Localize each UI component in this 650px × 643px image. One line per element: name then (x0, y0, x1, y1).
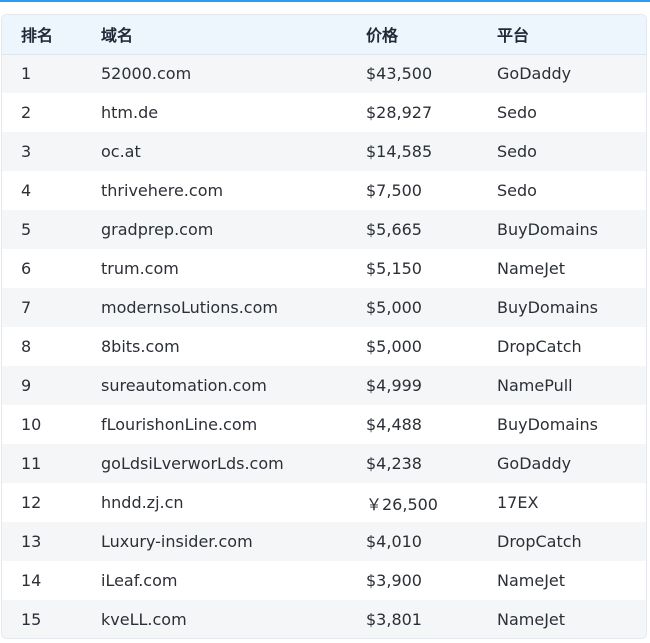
platform-cell: DropCatch (497, 337, 582, 356)
domain-cell: thrivehere.com (101, 181, 224, 200)
platform-cell: BuyDomains (497, 220, 599, 239)
platform-cell: Sedo (497, 142, 537, 161)
price-cell: $4,488 (366, 415, 422, 434)
table-row: 10 fLourishonLine.com $4,488 BuyDomains (2, 405, 646, 444)
domain-cell: gradprep.com (101, 220, 214, 239)
rank-cell: 6 (21, 259, 32, 278)
platform-cell: NamePull (497, 376, 573, 395)
rank-cell: 2 (21, 103, 32, 122)
platform-cell: BuyDomains (497, 298, 599, 317)
domain-cell: sureautomation.com (101, 376, 267, 395)
price-cell: $3,801 (366, 610, 422, 629)
price-cell: $5,150 (366, 259, 422, 278)
table-row: 1 52000.com $43,500 GoDaddy (2, 54, 646, 93)
domain-cell: 8bits.com (101, 337, 180, 356)
price-cell: $43,500 (366, 64, 433, 84)
top-accent-bar (0, 0, 650, 2)
platform-cell: NameJet (497, 259, 566, 278)
rank-cell: 5 (21, 220, 32, 239)
price-cell: $5,000 (366, 337, 422, 356)
table-row: 11 goLdsiLverworLds.com $4,238 GoDaddy (2, 444, 646, 483)
table-row: 12 hndd.zj.cn ￥26,500 17EX (2, 483, 646, 522)
header-platform: 平台 (478, 15, 646, 55)
domain-cell: hndd.zj.cn (101, 493, 184, 512)
table-row: 6 trum.com $5,150 NameJet (2, 249, 646, 288)
price-cell: ￥26,500 (366, 494, 438, 514)
platform-cell: NameJet (497, 571, 566, 590)
table-row: 8 8bits.com $5,000 DropCatch (2, 327, 646, 366)
table-body: 1 52000.com $43,500 GoDaddy 2 htm.de $28,927 Se… (2, 54, 646, 638)
table-row: 5 gradprep.com $5,665 BuyDomains (2, 210, 646, 249)
price-cell: $5,000 (366, 298, 422, 317)
rank-cell: 4 (21, 181, 32, 200)
rank-cell: 15 (21, 610, 42, 629)
domain-cell: kveLL.com (101, 610, 187, 629)
rank-cell: 9 (21, 376, 32, 395)
table-row: 14 iLeaf.com $3,900 NameJet (2, 561, 646, 600)
header-rank: 排名 (2, 15, 82, 55)
platform-cell: Sedo (497, 103, 537, 122)
table-row: 13 Luxury-insider.com $4,010 DropCatch (2, 522, 646, 561)
table-row: 9 sureautomation.com $4,999 NamePull (2, 366, 646, 405)
platform-cell: NameJet (497, 610, 566, 629)
domain-cell: iLeaf.com (101, 571, 178, 590)
platform-cell: DropCatch (497, 532, 582, 551)
platform-cell: GoDaddy (497, 64, 572, 84)
rank-cell: 10 (21, 415, 42, 434)
price-cell: $4,238 (366, 454, 422, 473)
domain-sales-table: 排名 域名 价格 平台 1 52000.com $43,500 GoDaddy 2 htm… (2, 15, 646, 638)
rank-cell: 7 (21, 298, 32, 317)
domain-sales-table-container: 排名 域名 价格 平台 1 52000.com $43,500 GoDaddy 2 htm… (1, 14, 647, 639)
table-header: 排名 域名 价格 平台 (2, 15, 646, 55)
price-cell: $7,500 (366, 181, 422, 200)
price-cell: $28,927 (366, 103, 433, 122)
price-cell: $4,999 (366, 376, 422, 395)
price-cell: $3,900 (366, 571, 422, 590)
domain-cell: oc.at (101, 142, 141, 161)
table-row: 4 thrivehere.com $7,500 Sedo (2, 171, 646, 210)
rank-cell: 11 (21, 454, 42, 473)
rank-cell: 8 (21, 337, 32, 356)
price-cell: $4,010 (366, 532, 422, 551)
header-domain: 域名 (82, 15, 347, 55)
platform-cell: BuyDomains (497, 415, 599, 434)
table-row: 7 modernsoLutions.com $5,000 BuyDomains (2, 288, 646, 327)
platform-cell: 17EX (497, 493, 539, 512)
domain-cell: trum.com (101, 259, 179, 278)
rank-cell: 3 (21, 142, 32, 161)
domain-cell: 52000.com (101, 64, 192, 84)
domain-cell: htm.de (101, 103, 159, 122)
domain-cell: fLourishonLine.com (101, 415, 258, 434)
domain-cell: modernsoLutions.com (101, 298, 278, 317)
header-price: 价格 (347, 15, 478, 55)
rank-cell: 14 (21, 571, 42, 590)
platform-cell: GoDaddy (497, 454, 572, 473)
price-cell: $14,585 (366, 142, 433, 161)
rank-cell: 12 (21, 493, 42, 512)
table-header-row: 排名 域名 价格 平台 (2, 15, 646, 55)
domain-cell: goLdsiLverworLds.com (101, 454, 284, 473)
table-row: 15 kveLL.com $3,801 NameJet (2, 600, 646, 638)
table-row: 2 htm.de $28,927 Sedo (2, 93, 646, 132)
price-cell: $5,665 (366, 220, 422, 239)
platform-cell: Sedo (497, 181, 537, 200)
rank-cell: 13 (21, 532, 42, 551)
table-row: 3 oc.at $14,585 Sedo (2, 132, 646, 171)
rank-cell: 1 (21, 64, 32, 84)
domain-cell: Luxury-insider.com (101, 532, 253, 551)
